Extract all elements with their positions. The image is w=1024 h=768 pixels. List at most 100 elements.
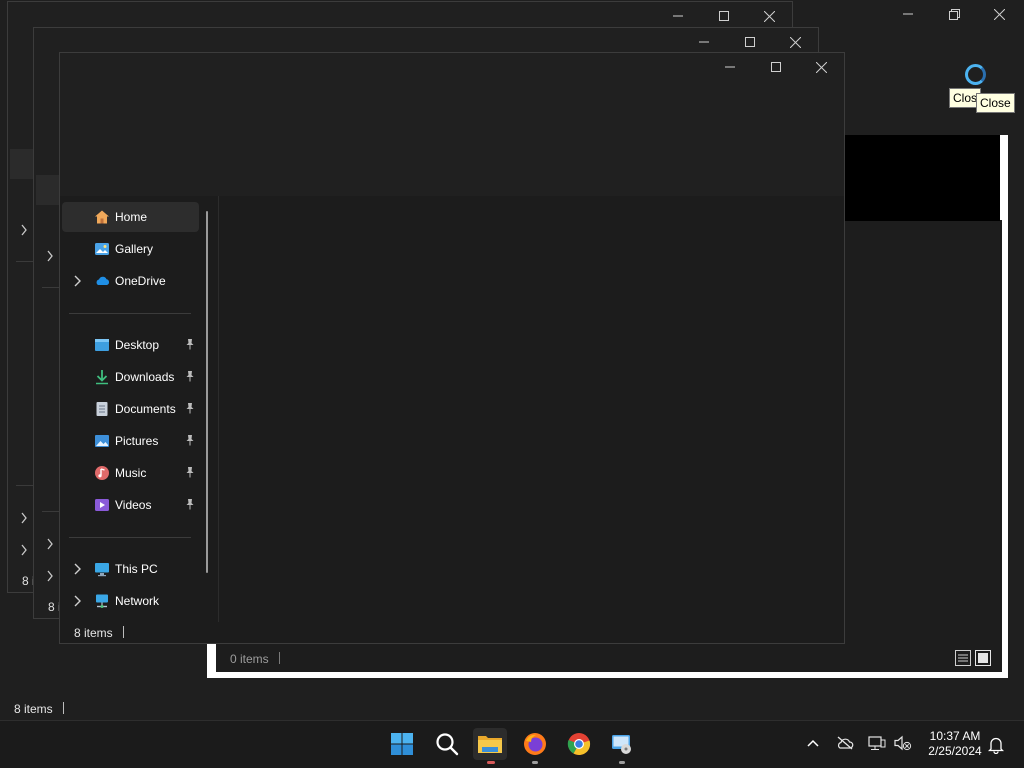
gallery-icon	[95, 243, 109, 255]
sidebar-item-onedrive[interactable]: OneDrive	[62, 266, 199, 296]
status-bar-item-count: 8 items	[74, 626, 124, 640]
network-icon	[96, 594, 108, 608]
taskbar-clock[interactable]: 10:37 AM 2/25/2024	[920, 729, 990, 759]
sidebar-item-label: Videos	[115, 498, 152, 512]
sidebar-item-desktop[interactable]: Desktop	[62, 330, 199, 360]
sidebar-item-pictures[interactable]: Pictures	[62, 426, 199, 456]
close-button[interactable]	[985, 3, 1013, 25]
sidebar-item-label: OneDrive	[115, 274, 166, 288]
pin-icon[interactable]	[184, 402, 196, 414]
file-list-pane[interactable]	[218, 196, 844, 622]
sidebar-item-home[interactable]: Home	[62, 202, 199, 232]
search-icon	[436, 733, 459, 756]
pin-icon[interactable]	[184, 434, 196, 446]
black-toolbar-region	[844, 135, 1000, 221]
notifications-button[interactable]	[986, 734, 1006, 756]
close-button[interactable]	[807, 56, 835, 78]
network-tray-button[interactable]	[867, 732, 887, 754]
chevron-right-icon[interactable]	[46, 570, 54, 582]
maximize-button[interactable]	[736, 31, 764, 53]
maximize-button[interactable]	[710, 5, 738, 27]
minimize-button[interactable]	[894, 3, 922, 25]
active-app-indicator	[487, 761, 495, 764]
maximize-button[interactable]	[762, 56, 790, 78]
sidebar-item-network[interactable]: Network	[62, 586, 199, 616]
desktop-folder-icon	[95, 339, 109, 351]
file-explorer-icon	[478, 736, 502, 753]
nav-separator	[42, 511, 60, 512]
minimize-button[interactable]	[664, 5, 692, 27]
nav-scrollbar[interactable]	[206, 211, 208, 573]
sidebar-item-label: This PC	[115, 562, 158, 576]
sidebar-item-this-pc[interactable]: This PC	[62, 554, 199, 584]
nav-separator	[42, 287, 60, 288]
clock-time: 10:37 AM	[929, 729, 981, 743]
running-app-indicator	[619, 761, 625, 764]
chevron-right-icon[interactable]	[71, 274, 83, 288]
start-button[interactable]	[385, 728, 419, 760]
taskbar-chrome[interactable]	[562, 728, 596, 760]
white-window-status: 0 items	[230, 652, 280, 666]
chevron-right-icon[interactable]	[46, 250, 54, 262]
chevron-right-icon[interactable]	[71, 562, 83, 576]
nav-separator	[16, 485, 34, 486]
clock-date: 2/25/2024	[928, 744, 982, 758]
pictures-icon	[95, 435, 109, 447]
nav-separator	[16, 261, 34, 262]
taskbar-firefox[interactable]	[518, 728, 552, 760]
chevron-right-icon[interactable]	[20, 224, 28, 236]
chevron-right-icon[interactable]	[46, 538, 54, 550]
start-icon	[391, 733, 413, 755]
this-pc-icon	[95, 563, 109, 577]
pin-icon[interactable]	[184, 466, 196, 478]
search-button[interactable]	[430, 728, 464, 760]
status-bar-item-count: 8 items	[14, 702, 64, 716]
tiles-view-icon[interactable]	[975, 650, 991, 666]
chevron-right-icon[interactable]	[71, 594, 83, 608]
taskbar-file-explorer[interactable]	[473, 728, 507, 760]
running-app-indicator	[532, 761, 538, 764]
restore-button[interactable]	[940, 3, 968, 25]
chevron-right-icon[interactable]	[20, 544, 28, 556]
music-icon	[95, 466, 109, 480]
close-button[interactable]	[781, 31, 809, 53]
nav-separator	[69, 537, 191, 538]
documents-icon	[96, 402, 108, 416]
sidebar-item-label: Desktop	[115, 338, 160, 352]
onedrive-offline-icon	[837, 736, 854, 750]
downloads-icon	[96, 370, 108, 385]
chevron-right-icon[interactable]	[20, 512, 28, 524]
sidebar-item-videos[interactable]: Videos	[62, 490, 199, 520]
sidebar-item-label: Network	[115, 594, 160, 608]
chrome-icon	[567, 733, 591, 756]
sidebar-item-downloads[interactable]: Downloads	[62, 362, 199, 392]
onedrive-tray-button[interactable]	[835, 732, 855, 754]
minimize-button[interactable]	[716, 56, 744, 78]
sidebar-item-music[interactable]: Music	[62, 458, 199, 488]
disk-utility-icon	[612, 735, 631, 754]
home-icon	[95, 210, 109, 224]
sidebar-item-label: Music	[115, 466, 147, 480]
sidebar-item-gallery[interactable]: Gallery	[62, 234, 199, 264]
firefox-icon	[524, 733, 546, 755]
taskbar-disk-utility[interactable]	[605, 728, 639, 760]
minimize-button[interactable]	[690, 31, 718, 53]
pin-icon[interactable]	[184, 498, 196, 510]
nav-separator	[69, 313, 191, 314]
chevron-up-icon	[807, 739, 819, 747]
sidebar-item-label: Pictures	[115, 434, 159, 448]
view-toggle-group	[955, 650, 991, 666]
sidebar-item-label: Downloads	[115, 370, 175, 384]
sidebar-item-label: Documents	[115, 402, 176, 416]
pin-icon[interactable]	[184, 370, 196, 382]
onedrive-icon	[96, 276, 110, 285]
pin-icon[interactable]	[184, 338, 196, 350]
sidebar-item-label: Gallery	[115, 242, 154, 256]
close-button[interactable]	[755, 5, 783, 27]
show-hidden-icons-button[interactable]	[803, 732, 823, 754]
sidebar-item-documents[interactable]: Documents	[62, 394, 199, 424]
volume-tray-button[interactable]	[893, 732, 913, 754]
details-view-icon[interactable]	[955, 650, 971, 666]
volume-muted-icon	[894, 735, 912, 751]
videos-icon	[95, 499, 109, 511]
